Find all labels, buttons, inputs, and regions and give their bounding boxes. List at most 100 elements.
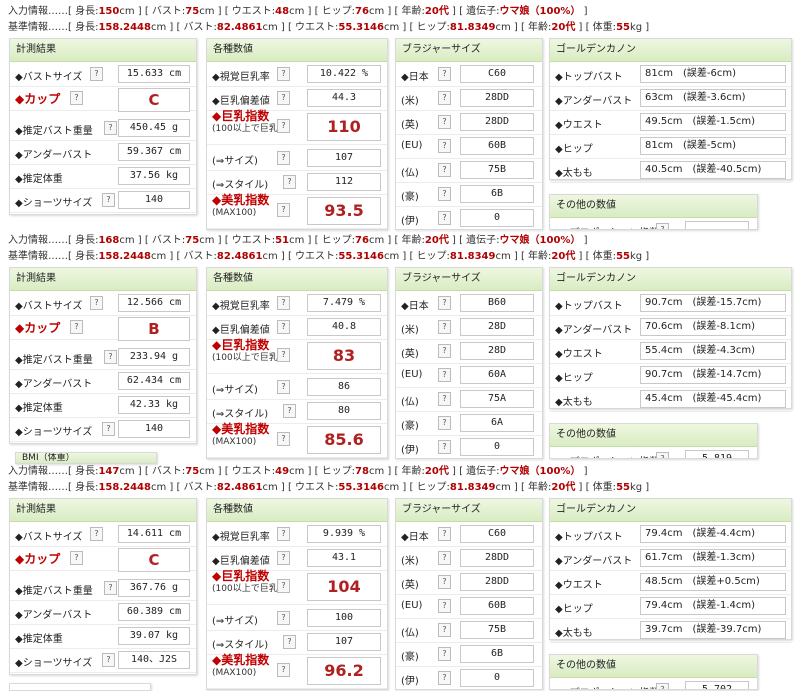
stat-label: (⇒サイズ): [212, 612, 258, 627]
stat-value: 60A: [460, 366, 534, 384]
stat-row: ◆トップバスト 79.4cm (誤差-4.4cm): [550, 522, 791, 547]
stat-row: ◆アンダーバスト 59.367 cm: [10, 140, 196, 165]
help-icon[interactable]: ?: [70, 91, 83, 105]
help-icon[interactable]: ?: [277, 67, 290, 81]
stat-row: (伊)? 0: [396, 206, 542, 231]
help-icon[interactable]: ?: [277, 663, 290, 677]
stat-value: 14.611 cm: [118, 525, 190, 543]
stat-label: ◆視覚巨乳率: [212, 297, 270, 312]
help-icon[interactable]: ?: [277, 151, 290, 165]
other-panel: その他の数値 ◆Bプロポーション指数? 5.819: [549, 423, 758, 459]
help-icon[interactable]: ?: [438, 599, 451, 613]
help-icon[interactable]: ?: [438, 187, 451, 201]
help-icon[interactable]: ?: [104, 121, 117, 135]
stat-label-text: ◆推定バスト重量: [15, 586, 93, 597]
help-icon[interactable]: ?: [438, 623, 451, 637]
stat-value: 37.56 kg: [118, 167, 190, 185]
info-label: cm ] [ 年齢:: [495, 482, 552, 493]
info-value: 20代: [551, 22, 576, 33]
stat-label-text: ◆ショーツサイズ: [15, 198, 93, 209]
stat-label: ◆アンダーバスト: [15, 146, 92, 161]
stat-label: ◆アンダーバスト: [555, 92, 632, 107]
help-icon[interactable]: ?: [277, 91, 290, 105]
help-icon[interactable]: ?: [656, 452, 669, 458]
help-icon[interactable]: ?: [438, 575, 451, 589]
help-icon[interactable]: ?: [283, 404, 296, 418]
help-icon[interactable]: ?: [438, 392, 451, 406]
stat-label: ◆巨乳指数 (100以上で巨乳): [212, 570, 282, 595]
stat-value: 12.566 cm: [118, 294, 190, 312]
stat-row: (米)? 28DD: [396, 546, 542, 571]
info-label: cm ] [ 年齢:: [495, 251, 552, 262]
help-icon[interactable]: ?: [438, 647, 451, 661]
help-icon[interactable]: ?: [438, 91, 451, 105]
stat-row: (豪)? 6B: [396, 642, 542, 667]
help-icon[interactable]: ?: [277, 296, 290, 310]
stat-label: (仏): [401, 164, 419, 179]
help-icon[interactable]: ?: [438, 115, 451, 129]
bmi-header: BMI（体重）: [16, 453, 156, 463]
help-icon[interactable]: ?: [438, 320, 451, 334]
help-icon[interactable]: ?: [277, 203, 290, 217]
help-icon[interactable]: ?: [438, 296, 451, 310]
help-icon[interactable]: ?: [438, 440, 451, 454]
info-value: 81.8349: [449, 22, 496, 33]
other-panel: その他の数値◆Bプロポーション指数?: [549, 194, 758, 230]
help-icon[interactable]: ?: [438, 671, 451, 685]
help-icon[interactable]: ?: [277, 432, 290, 446]
help-icon[interactable]: ?: [277, 320, 290, 334]
stat-row: (英)? 28DD: [396, 110, 542, 135]
help-icon[interactable]: ?: [438, 551, 451, 565]
info-label: cm ] [ ウエスト:: [262, 482, 339, 493]
info-value: 51: [275, 235, 290, 246]
stat-label: ◆ショーツサイズ: [15, 194, 92, 209]
stat-row: ◆視覚巨乳率? 10.422 %: [207, 62, 387, 87]
stat-value: 90.7cm (誤差-15.7cm): [640, 294, 786, 312]
help-icon[interactable]: ?: [277, 579, 290, 593]
help-icon[interactable]: ?: [277, 527, 290, 541]
help-icon[interactable]: ?: [277, 348, 290, 362]
help-icon[interactable]: ?: [277, 119, 290, 133]
help-icon[interactable]: ?: [283, 635, 296, 649]
help-icon[interactable]: ?: [438, 163, 451, 177]
stat-label: (⇒スタイル): [212, 176, 268, 191]
help-icon[interactable]: ?: [438, 344, 451, 358]
help-icon[interactable]: ?: [438, 416, 451, 430]
stat-row: ◆トップバスト 81cm (誤差-6cm): [550, 62, 791, 87]
help-icon[interactable]: ?: [283, 175, 296, 189]
help-icon[interactable]: ?: [102, 653, 115, 667]
stat-label-text: ◆推定体重: [15, 634, 63, 645]
help-icon[interactable]: ?: [277, 551, 290, 565]
info-label: cm ] [ ウエスト:: [199, 235, 276, 246]
help-icon[interactable]: ?: [102, 422, 115, 436]
help-icon[interactable]: ?: [90, 527, 103, 541]
help-icon[interactable]: ?: [104, 350, 117, 364]
help-icon[interactable]: ?: [70, 551, 83, 565]
stat-label: ◆Bプロポーション指数: [555, 684, 659, 689]
stat-label-text: (EU): [401, 600, 423, 611]
help-icon[interactable]: ?: [277, 611, 290, 625]
help-icon[interactable]: ?: [277, 380, 290, 394]
info-label: cm ] [ ヒップ:: [289, 466, 356, 477]
stat-note: (100以上で巨乳): [212, 584, 282, 594]
stat-label-text: ◆トップバスト: [555, 301, 623, 312]
help-icon[interactable]: ?: [438, 139, 451, 153]
help-icon[interactable]: ?: [438, 211, 451, 225]
help-icon[interactable]: ?: [438, 527, 451, 541]
help-icon[interactable]: ?: [438, 67, 451, 81]
stat-label-text: ◆Bプロポーション指数: [555, 688, 659, 689]
help-icon[interactable]: ?: [104, 581, 117, 595]
help-icon[interactable]: ?: [102, 193, 115, 207]
info-value: ウマ娘（100%）: [499, 466, 581, 477]
help-icon[interactable]: ?: [438, 368, 451, 382]
help-icon[interactable]: ?: [90, 67, 103, 81]
stat-label: (伊): [401, 441, 419, 456]
stat-value: 110: [307, 113, 381, 141]
stat-row: ◆ウエスト 48.5cm (誤差+0.5cm): [550, 570, 791, 595]
indices-panel: 各種数値 ◆視覚巨乳率? 10.422 % ◆巨乳偏差値? 44.3 ◆巨乳指数 (100以…: [206, 38, 388, 230]
help-icon[interactable]: ?: [70, 320, 83, 334]
help-icon[interactable]: ?: [90, 296, 103, 310]
stat-label-text: ◆バストサイズ: [15, 532, 83, 543]
stat-value: 60.389 cm: [118, 603, 190, 621]
info-label: [ 身長:: [68, 22, 99, 33]
